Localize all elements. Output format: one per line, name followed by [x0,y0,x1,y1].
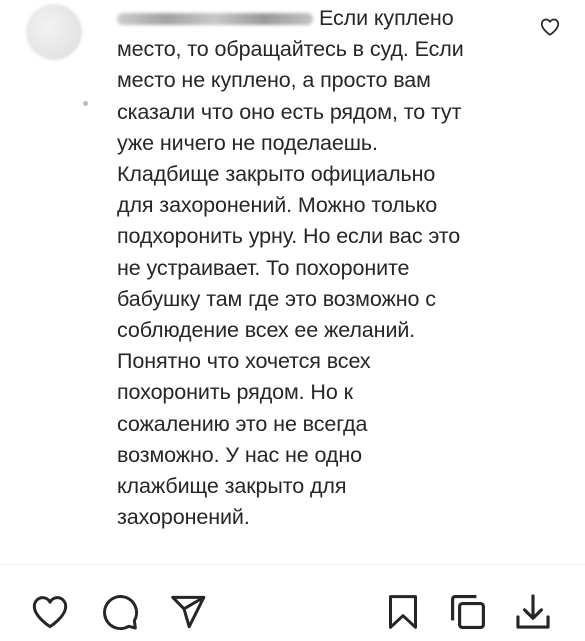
save-button[interactable] [382,591,424,633]
comment-line: захоронений. [117,505,250,530]
comment-text: Если куплено место, то обращайтесь в суд… [117,3,517,533]
comment-line-text: Если куплено [319,6,454,30]
thread-dot [83,101,88,106]
comment-line: для захоронений. Можно только [117,193,438,218]
copy-button[interactable] [447,591,489,633]
comment-line: сожалению это не всегда [117,411,368,436]
speech-bubble-icon [103,595,138,630]
comment-line: не устраивает. То похороните [117,255,410,280]
comment-line: Кладбище закрыто официально [117,162,436,187]
comment-like-button[interactable] [539,16,561,38]
post-comment-screen: Если куплено место, то обращайтесь в суд… [0,0,585,641]
comment-line: место, то обращайтесь в суд. Если [117,37,464,62]
comment-line: уже ничего не поделаешь. [117,130,378,155]
like-button[interactable] [29,591,71,633]
comment-line: место не куплено, а просто вам [117,68,431,93]
comment-button[interactable] [99,591,141,633]
comment-line: Понятно что хочется всех [117,349,371,374]
comment-line: клажбище закрыто для [117,474,347,499]
comment-line: похоронить рядом. Но к [117,380,353,405]
share-button[interactable] [167,591,209,633]
bookmark-icon [389,595,417,629]
paper-plane-icon [171,595,206,629]
heart-outline-icon [540,18,560,36]
comment-line: бабушку там где это возможно с [117,286,436,311]
comment-line: сказали что оно есть рядом, то тут [117,99,462,124]
comment-line: соблюдение всех ее желаний. [117,318,416,343]
download-button[interactable] [512,591,554,633]
divider [0,564,585,565]
heart-outline-icon [32,596,68,629]
copy-icon [451,595,485,629]
avatar[interactable] [26,4,82,60]
download-icon [516,594,550,629]
comment-line: возможно. У нас не одно [117,442,362,467]
comment-line: Если куплено [117,3,517,34]
username-redacted[interactable] [117,13,313,26]
comment-line: подхоронить урну. Но если вас это [117,224,461,249]
